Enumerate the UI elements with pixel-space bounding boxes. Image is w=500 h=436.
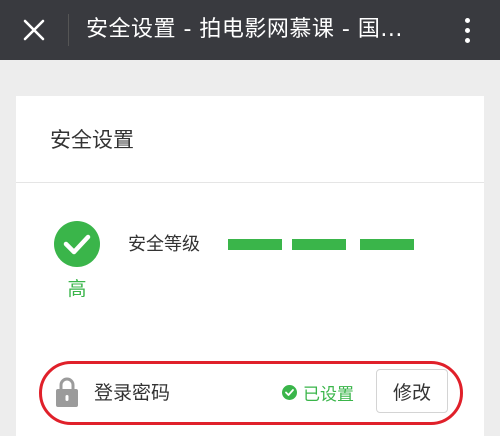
- security-level-bar-3: [360, 239, 414, 250]
- security-level-bar-1: [228, 239, 282, 250]
- security-level-indicator: [54, 221, 100, 267]
- close-icon: [23, 19, 45, 41]
- card-title: 安全设置: [50, 128, 134, 152]
- card-header: 安全设置: [16, 96, 484, 183]
- top-bar: 安全设置 - 拍电影网慕课 - 国...: [0, 0, 500, 60]
- status-check-icon: [282, 385, 297, 400]
- close-button[interactable]: [18, 14, 50, 46]
- password-status-text: 已设置: [303, 385, 354, 405]
- login-password-label: 登录密码: [94, 382, 171, 404]
- security-level-value: 高: [67, 278, 87, 300]
- more-vertical-icon: [464, 17, 470, 23]
- login-password-row: 登录密码 已设置 修改: [16, 364, 484, 420]
- password-status: 已设置: [282, 380, 354, 405]
- more-button[interactable]: [452, 12, 482, 48]
- security-level-bar-2: [292, 239, 346, 250]
- check-circle-icon: [63, 234, 91, 255]
- topbar-divider: [68, 14, 69, 46]
- lock-icon: [56, 377, 78, 407]
- page-title: 安全设置 - 拍电影网慕课 - 国...: [86, 17, 403, 42]
- modify-password-button[interactable]: 修改: [376, 369, 448, 413]
- security-level-label: 安全等级: [128, 234, 200, 255]
